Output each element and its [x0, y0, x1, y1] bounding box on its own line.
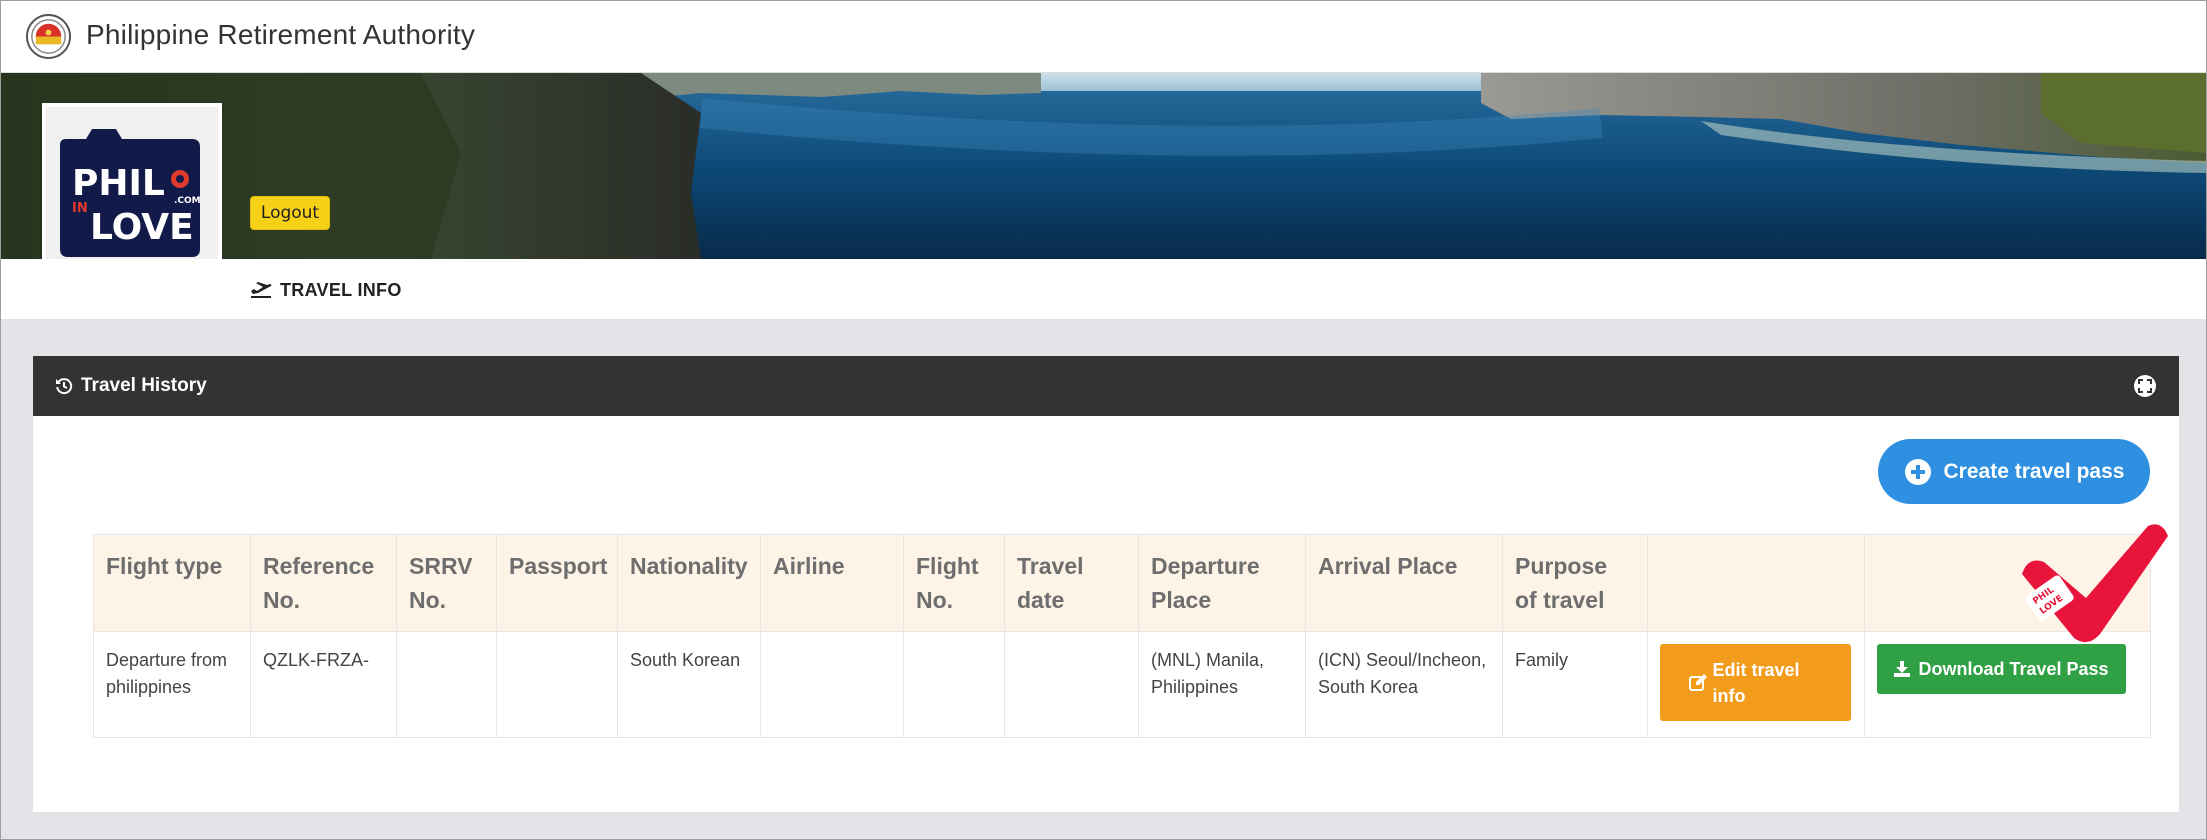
cell-nationality: South Korean [617, 631, 761, 738]
create-travel-pass-button[interactable]: Create travel pass [1878, 439, 2150, 504]
cover-banner [1, 73, 2206, 259]
col-header-arrival-place: Arrival Place [1305, 534, 1503, 632]
history-icon [56, 378, 73, 395]
edit-icon [1688, 673, 1707, 691]
col-header-edit [1647, 534, 1865, 632]
top-bar: Philippine Retirement Authority [1, 1, 2206, 73]
col-header-travel-date: Travel date [1004, 534, 1139, 632]
panel-header: Travel History [33, 356, 2179, 416]
col-header-flight-type: Flight type [93, 534, 251, 632]
svg-text:LOVE: LOVE [90, 207, 194, 248]
table-row: Departure from philippines QZLK-FRZA- So… [93, 631, 2151, 738]
cell-edit: Edit travel info [1647, 631, 1865, 738]
download-travel-pass-label: Download Travel Pass [1918, 658, 2109, 679]
cell-purpose: Family [1502, 631, 1648, 738]
panel-title-text: Travel History [81, 375, 207, 396]
logout-button[interactable]: Logout [250, 196, 330, 230]
edit-travel-info-label: Edit travel info [1712, 659, 1800, 706]
checkmark-watermark-icon: PHIL LOVE [2022, 524, 2168, 643]
cell-arrival-place: (ICN) Seoul/Incheon, South Korea [1305, 631, 1503, 738]
cell-travel-date [1004, 631, 1139, 738]
col-header-departure-place: Departure Place [1138, 534, 1306, 632]
plus-circle-icon [1904, 458, 1931, 485]
table-header-row: Flight type Reference No. SRRV No. Passp… [93, 534, 2151, 632]
create-travel-pass-label: Create travel pass [1943, 459, 2125, 483]
svg-text:.COM: .COM [174, 196, 201, 206]
tab-travel-info-label: TRAVEL INFO [280, 279, 402, 300]
profile-avatar: PHIL IN LOVE .COM [42, 103, 222, 283]
col-header-passport: Passport [496, 534, 618, 632]
expand-icon[interactable] [2133, 374, 2157, 398]
cell-flight-type: Departure from philippines [93, 631, 251, 738]
cell-airline [760, 631, 904, 738]
col-header-srrv-no: SRRV No. [396, 534, 497, 632]
cell-passport [496, 631, 618, 738]
svg-text:PHIL: PHIL [72, 163, 165, 204]
col-header-purpose: Purpose of travel [1502, 534, 1648, 632]
app-title: Philippine Retirement Authority [86, 19, 476, 50]
cell-srrv-no [396, 631, 497, 738]
tab-travel-info[interactable]: TRAVEL INFO [250, 279, 402, 301]
panel-title: Travel History [55, 375, 207, 397]
col-header-reference-no: Reference No. [250, 534, 397, 632]
edit-travel-info-button[interactable]: Edit travel info [1660, 644, 1851, 721]
cell-flight-no [903, 631, 1005, 738]
pra-seal-icon [25, 13, 72, 60]
col-header-flight-no: Flight No. [903, 534, 1005, 632]
download-icon [1894, 661, 1911, 677]
cell-reference-no: QZLK-FRZA- [250, 631, 397, 738]
svg-text:IN: IN [72, 201, 88, 216]
travel-history-table: Flight type Reference No. SRRV No. Passp… [93, 534, 2151, 738]
airplane-departure-icon [251, 282, 272, 298]
cell-departure-place: (MNL) Manila, Philippines [1138, 631, 1306, 738]
phil-in-love-logo: PHIL IN LOVE .COM [46, 107, 218, 279]
col-header-airline: Airline [760, 534, 904, 632]
col-header-nationality: Nationality [617, 534, 761, 632]
